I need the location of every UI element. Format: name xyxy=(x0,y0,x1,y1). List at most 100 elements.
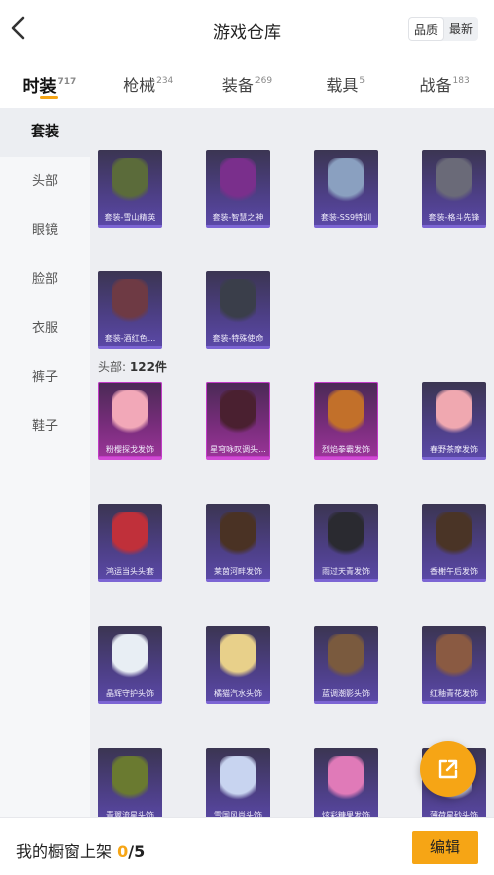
item-name: 套装-SS9特训 xyxy=(320,213,372,222)
item-thumbnail xyxy=(220,634,256,682)
item-thumbnail xyxy=(328,634,364,682)
item-name: 烈焰拳霸发饰 xyxy=(322,445,370,454)
item-name: 莱茵河畔发饰 xyxy=(214,567,262,576)
tab-3[interactable]: 载具5 xyxy=(296,58,395,108)
tab-active-indicator xyxy=(40,96,59,99)
category-tabs: 时装717 枪械234 装备269 载具5 战备183 xyxy=(0,58,494,108)
item-card[interactable]: 春野茶摩发饰 xyxy=(422,382,486,460)
tab-label: 时装 xyxy=(22,77,57,97)
item-thumbnail xyxy=(112,634,148,682)
item-card[interactable]: 烈焰拳霸发饰 xyxy=(314,382,378,460)
item-card[interactable]: 橘猫汽水头饰 xyxy=(206,626,270,704)
section-label-head: 头部: 122件 xyxy=(98,360,167,374)
item-name: 套装-特殊使命 xyxy=(212,334,264,343)
item-thumbnail xyxy=(220,390,256,438)
item-thumbnail xyxy=(112,279,148,327)
item-name: 套装-雪山精英 xyxy=(104,213,156,222)
tab-label: 载具 xyxy=(326,76,359,95)
sort-option-quality[interactable]: 品质 xyxy=(407,17,444,41)
sidebar-item[interactable]: 脸部 xyxy=(0,255,90,304)
item-name: 青翼流星头饰 xyxy=(106,811,154,817)
item-name: 红釉青花发饰 xyxy=(430,689,478,698)
header: 游戏仓库 品质 最新 xyxy=(0,0,494,58)
showcase-current: 0 xyxy=(117,842,129,861)
item-name: 鸿运当头头套 xyxy=(106,567,154,576)
item-thumbnail xyxy=(328,756,364,804)
item-card[interactable]: 晶辉守护头饰 xyxy=(98,626,162,704)
item-name: 粉樱探戈发饰 xyxy=(106,445,154,454)
item-name: 套装-格斗先锋 xyxy=(428,213,480,222)
item-card[interactable]: 星穹咏叹调头... xyxy=(206,382,270,460)
item-thumbnail xyxy=(328,512,364,560)
item-thumbnail xyxy=(220,756,256,804)
item-content[interactable]: 套装-雪山精英 套装-智慧之神 套装-SS9特训 套装-格斗先锋套装-酒红色... 套装… xyxy=(90,108,494,817)
showcase-label: 我的橱窗上架 xyxy=(16,842,113,861)
item-card[interactable]: 炫彩糖果发饰 xyxy=(314,748,378,817)
item-name: 星穹咏叹调头... xyxy=(210,445,266,454)
item-thumbnail xyxy=(220,279,256,327)
item-card[interactable]: 套装-雪山精英 xyxy=(98,150,162,228)
tab-label: 战备 xyxy=(419,76,452,95)
tab-count: 717 xyxy=(57,77,77,87)
item-card[interactable]: 套装-格斗先锋 xyxy=(422,150,486,228)
item-thumbnail xyxy=(328,158,364,206)
sort-option-latest[interactable]: 最新 xyxy=(444,17,478,41)
section-count: 122件 xyxy=(129,360,167,374)
item-card[interactable]: 套装-酒红色... xyxy=(98,271,162,349)
item-thumbnail xyxy=(436,158,472,206)
item-card[interactable]: 套装-SS9特训 xyxy=(314,150,378,228)
share-external-icon xyxy=(438,759,458,779)
showcase-status: 我的橱窗上架 0/5 xyxy=(16,838,145,862)
sidebar-item[interactable]: 眼镜 xyxy=(0,206,90,255)
sidebar-item[interactable]: 裤子 xyxy=(0,353,90,402)
item-card[interactable]: 雨过天青发饰 xyxy=(314,504,378,582)
share-button[interactable] xyxy=(420,741,476,797)
item-name: 橘猫汽水头饰 xyxy=(214,689,262,698)
tab-4[interactable]: 战备183 xyxy=(395,58,494,108)
item-thumbnail xyxy=(112,512,148,560)
item-card[interactable]: 红釉青花发饰 xyxy=(422,626,486,704)
item-card[interactable]: 莱茵河畔发饰 xyxy=(206,504,270,582)
item-card[interactable]: 套装-智慧之神 xyxy=(206,150,270,228)
item-name: 香榭午后发饰 xyxy=(430,567,478,576)
item-name: 套装-智慧之神 xyxy=(212,213,264,222)
sort-toggle[interactable]: 品质 最新 xyxy=(407,17,478,41)
sidebar: 套装 头部 眼镜 脸部 衣服 裤子 鞋子 xyxy=(0,108,90,817)
item-thumbnail xyxy=(220,158,256,206)
item-card[interactable]: 鸿运当头头套 xyxy=(98,504,162,582)
bottom-bar: 我的橱窗上架 0/5 编辑 xyxy=(0,817,494,875)
item-card[interactable]: 雪国风尚头饰 xyxy=(206,748,270,817)
item-name: 春野茶摩发饰 xyxy=(430,445,478,454)
tab-count: 269 xyxy=(254,76,273,86)
sidebar-item[interactable]: 头部 xyxy=(0,157,90,206)
tab-1[interactable]: 枪械234 xyxy=(99,58,198,108)
item-name: 蓝调潮影头饰 xyxy=(322,689,370,698)
item-card[interactable]: 套装-特殊使命 xyxy=(206,271,270,349)
item-thumbnail xyxy=(112,390,148,438)
tab-0[interactable]: 时装717 xyxy=(0,58,99,108)
item-name: 套装-酒红色... xyxy=(104,334,156,343)
sidebar-item[interactable]: 套装 xyxy=(0,108,90,157)
item-thumbnail xyxy=(436,512,472,560)
item-thumbnail xyxy=(112,158,148,206)
item-card[interactable]: 青翼流星头饰 xyxy=(98,748,162,817)
sidebar-item[interactable]: 衣服 xyxy=(0,304,90,353)
item-name: 薄荷星砂头饰 xyxy=(430,811,478,817)
item-card[interactable]: 蓝调潮影头饰 xyxy=(314,626,378,704)
sidebar-item[interactable]: 鞋子 xyxy=(0,402,90,451)
tab-2[interactable]: 装备269 xyxy=(198,58,297,108)
tab-label: 枪械 xyxy=(123,76,156,95)
set-grid: 套装-雪山精英 套装-智慧之神 套装-SS9特训 套装-格斗先锋套装-酒红色... 套装… xyxy=(98,150,494,349)
item-name: 炫彩糖果发饰 xyxy=(322,811,370,817)
item-card[interactable]: 香榭午后发饰 xyxy=(422,504,486,582)
item-name: 雨过天青发饰 xyxy=(322,567,370,576)
item-name: 雪国风尚头饰 xyxy=(214,811,262,817)
edit-button[interactable]: 编辑 xyxy=(412,831,478,864)
item-thumbnail xyxy=(436,390,472,438)
item-card[interactable]: 粉樱探戈发饰 xyxy=(98,382,162,460)
section-title: 头部 xyxy=(98,360,123,374)
item-thumbnail xyxy=(220,512,256,560)
item-thumbnail xyxy=(436,634,472,682)
item-thumbnail xyxy=(328,390,364,438)
tab-label: 装备 xyxy=(221,76,254,95)
